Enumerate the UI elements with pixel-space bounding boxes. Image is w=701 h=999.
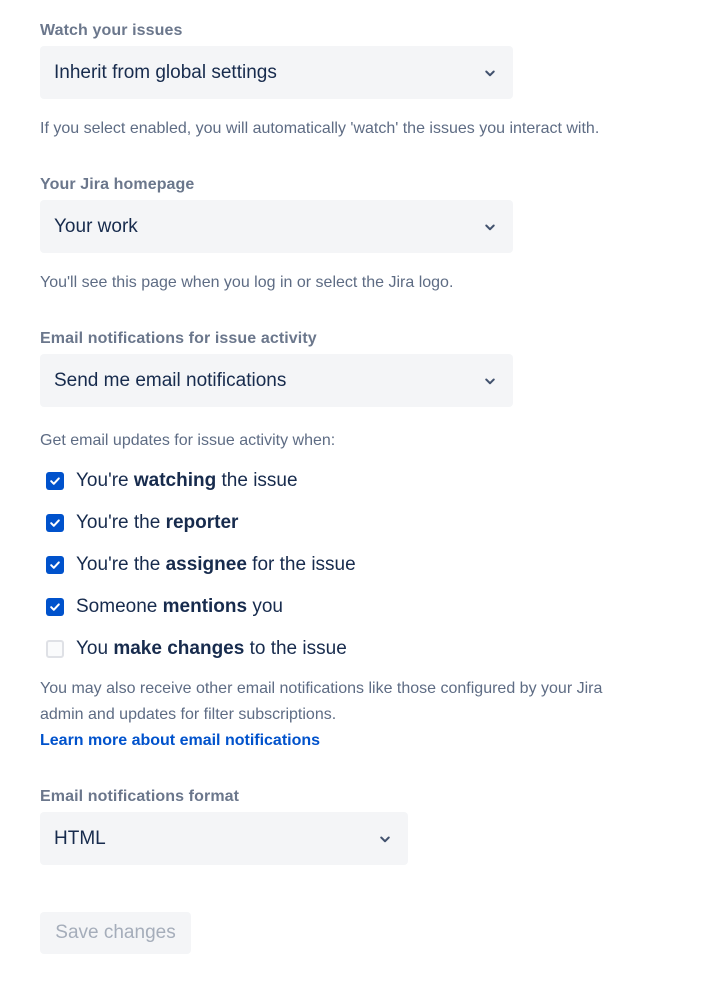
checkbox-checked[interactable] (46, 514, 64, 532)
chevron-down-icon (376, 830, 394, 848)
chevron-down-icon (481, 218, 499, 236)
check-icon (50, 561, 60, 569)
homepage-value: Your work (54, 215, 138, 237)
checkbox-label: You're the reporter (76, 512, 239, 533)
save-changes-button[interactable]: Save changes (40, 912, 191, 954)
email-activity-select[interactable]: Send me email notifications (40, 354, 513, 407)
email-activity-note-line-2: admin and updates for filter subscriptio… (40, 706, 337, 723)
email-format-label: Email notifications format (40, 788, 240, 805)
checkbox-checked[interactable] (46, 472, 64, 490)
check-icon (50, 477, 60, 485)
watch-issues-value: Inherit from global settings (54, 61, 277, 83)
checkbox-label: Someone mentions you (76, 596, 283, 617)
checkbox-checked[interactable] (46, 556, 64, 574)
check-icon (50, 603, 60, 611)
learn-more-email-link[interactable]: Learn more about email notifications (40, 728, 320, 754)
email-activity-note-line-1: You may also receive other email notific… (40, 680, 603, 697)
email-format-value: HTML (54, 827, 106, 849)
homepage-helper: You'll see this page when you log in or … (40, 274, 454, 291)
email-activity-label: Email notifications for issue activity (40, 330, 317, 347)
checkbox-mentions[interactable]: Someone mentions you (46, 596, 283, 618)
checkbox-watching[interactable]: You're watching the issue (46, 470, 298, 492)
homepage-select[interactable]: Your work (40, 200, 513, 253)
email-activity-value: Send me email notifications (54, 369, 287, 391)
checkbox-label: You're the assignee for the issue (76, 554, 356, 575)
checkbox-label: You make changes to the issue (76, 638, 347, 659)
check-icon (50, 519, 60, 527)
checkbox-assignee[interactable]: You're the assignee for the issue (46, 554, 356, 576)
checkbox-label: You're watching the issue (76, 470, 298, 491)
watch-issues-label: Watch your issues (40, 22, 183, 39)
chevron-down-icon (481, 372, 499, 390)
checkbox-unchecked[interactable] (46, 640, 64, 658)
email-activity-intro: Get email updates for issue activity whe… (40, 432, 336, 449)
checkbox-reporter[interactable]: You're the reporter (46, 512, 238, 534)
homepage-label: Your Jira homepage (40, 176, 195, 193)
checkbox-checked[interactable] (46, 598, 64, 616)
chevron-down-icon (481, 64, 499, 82)
email-format-select[interactable]: HTML (40, 812, 408, 865)
watch-issues-select[interactable]: Inherit from global settings (40, 46, 513, 99)
checkbox-make-changes[interactable]: You make changes to the issue (46, 638, 347, 660)
watch-issues-helper: If you select enabled, you will automati… (40, 120, 600, 137)
